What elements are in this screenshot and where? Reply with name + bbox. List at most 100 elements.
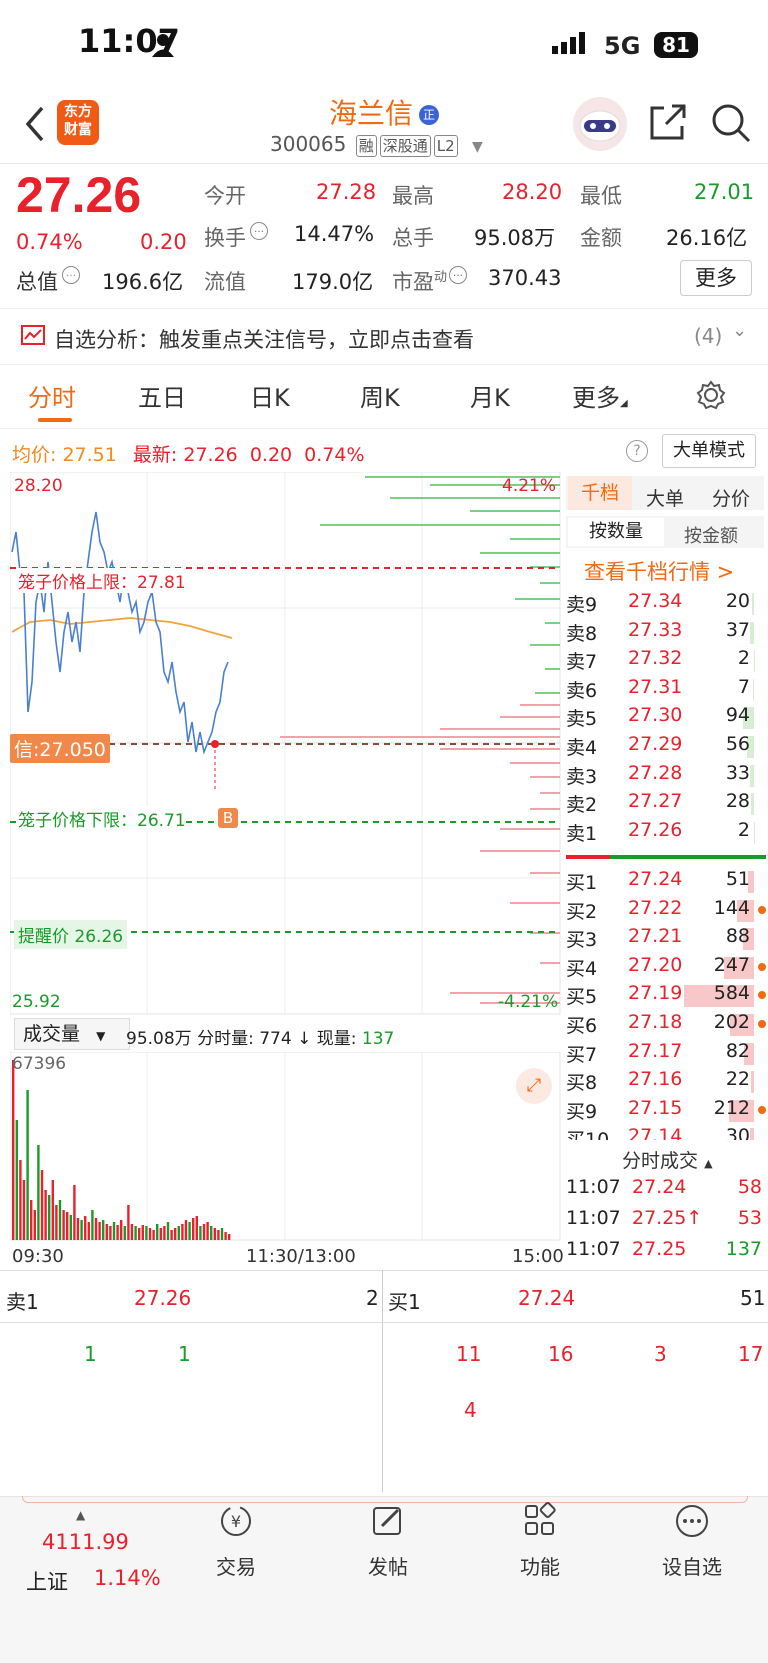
settings-gear-icon[interactable] <box>696 380 726 410</box>
tab-monthly-k[interactable]: 月K <box>470 378 510 413</box>
index-pct[interactable]: 1.14% <box>94 1566 161 1590</box>
bid-row[interactable]: 买927.15212 <box>566 1097 766 1125</box>
big-order-dot <box>758 1020 766 1028</box>
ask-row[interactable]: 卖627.317 <box>566 676 766 704</box>
buy-queue-item: 3 <box>654 1342 667 1366</box>
more-button[interactable]: 更多 <box>680 260 752 296</box>
bid-price: 27.17 <box>628 1040 682 1062</box>
volume-bar <box>228 1234 230 1240</box>
bid-row[interactable]: 买527.19584 <box>566 982 766 1010</box>
ask-row[interactable]: 卖727.322 <box>566 647 766 675</box>
nav-function[interactable]: 功能 <box>470 1502 610 1580</box>
ticks-title[interactable]: 分时成交 ▲ <box>622 1146 713 1173</box>
grid-apps-icon <box>520 1502 560 1540</box>
info-icon[interactable]: … <box>62 266 80 284</box>
search-icon[interactable] <box>710 102 752 144</box>
depth-link[interactable]: 查看千档行情 > <box>584 556 734 586</box>
dropdown-icon[interactable]: ▼ <box>472 139 483 155</box>
buy-queue-item: 4 <box>464 1398 477 1422</box>
volume-bar <box>52 1180 54 1240</box>
volume-bar <box>88 1222 90 1240</box>
badge-icon: 正 <box>419 105 439 125</box>
bid-volume: 88 <box>726 925 750 947</box>
tab-daily-k[interactable]: 日K <box>250 378 290 413</box>
bid-volume: 202 <box>714 1011 750 1033</box>
volume-bar <box>102 1220 104 1240</box>
volume-bar <box>221 1228 223 1240</box>
float-value: 179.0亿 <box>292 266 373 296</box>
tab-price-dist[interactable]: 分价 <box>712 484 750 511</box>
ask-row[interactable]: 卖227.2728 <box>566 790 766 818</box>
bid-row[interactable]: 买427.20247 <box>566 954 766 982</box>
post-edit-icon <box>368 1502 408 1540</box>
ask-price: 27.30 <box>628 704 682 726</box>
bid-level-label: 买7 <box>566 1040 597 1067</box>
change-amount: 0.20 <box>140 230 187 254</box>
turnover-value: 14.47% <box>294 222 374 246</box>
tab-more[interactable]: 更多◢ <box>572 378 628 413</box>
volume-bar <box>138 1228 140 1240</box>
tab-5day[interactable]: 五日 <box>138 378 186 413</box>
sell-queue-item: 1 <box>178 1342 191 1366</box>
tab-by-quantity[interactable]: 按数量 <box>568 518 664 546</box>
nav-trade[interactable]: ¥ 交易 <box>166 1502 306 1580</box>
robot-assistant-icon[interactable] <box>572 96 628 152</box>
bid-level-label: 买2 <box>566 897 597 924</box>
tab-by-amount[interactable]: 按金额 <box>684 522 738 548</box>
ask-row[interactable]: 卖927.3420 <box>566 590 766 618</box>
index-value[interactable]: 4111.99 <box>42 1530 129 1554</box>
volume-bar <box>181 1224 183 1240</box>
high-label: 最高 <box>392 180 434 210</box>
nav-add-watch[interactable]: 设自选 <box>622 1502 762 1580</box>
bid-row[interactable]: 买727.1782 <box>566 1040 766 1068</box>
signal-label[interactable]: 信:27.050 <box>10 734 110 763</box>
help-icon[interactable]: ? <box>626 440 648 462</box>
ask-row[interactable]: 卖527.3094 <box>566 704 766 732</box>
ask-row[interactable]: 卖127.262 <box>566 819 766 847</box>
volume-bar <box>203 1224 205 1240</box>
bid-price: 27.15 <box>628 1097 682 1119</box>
volume-bar <box>751 793 754 815</box>
buy-queue-item: 16 <box>548 1342 573 1366</box>
tab-depth[interactable]: 千档 <box>568 476 632 510</box>
nav-function-label: 功能 <box>470 1551 610 1580</box>
nav-post[interactable]: 发帖 <box>318 1502 458 1580</box>
tab-intraday[interactable]: 分时 <box>28 378 76 413</box>
ask-row[interactable]: 卖327.2833 <box>566 762 766 790</box>
index-name[interactable]: 上证 <box>26 1566 68 1596</box>
ask-volume: 33 <box>726 762 750 784</box>
bid-row[interactable]: 买227.22144 <box>566 897 766 925</box>
bid-row[interactable]: 买327.2188 <box>566 925 766 953</box>
nav-trade-label: 交易 <box>166 1551 306 1580</box>
bid-price: 27.20 <box>628 954 682 976</box>
expand-icon[interactable]: ⤢ <box>516 1068 552 1104</box>
share-icon[interactable] <box>648 102 688 142</box>
ask-row[interactable]: 卖827.3337 <box>566 619 766 647</box>
info-icon[interactable]: … <box>250 222 268 240</box>
tag-margin: 融 <box>356 135 377 157</box>
tab-big-order[interactable]: 大单 <box>646 484 684 511</box>
change-percent: 0.74% <box>16 230 83 254</box>
bid-row[interactable]: 买627.18202 <box>566 1011 766 1039</box>
tick-volume: 58 <box>738 1176 762 1198</box>
tick-time: 11:07 <box>566 1238 621 1260</box>
big-order-mode-button[interactable]: 大单模式 <box>662 434 756 468</box>
bid-row[interactable]: 买127.2451 <box>566 868 766 896</box>
volume-bar <box>124 1226 126 1240</box>
info-icon[interactable]: … <box>449 266 467 284</box>
volume-value: 95.08万 <box>474 222 555 252</box>
alert-text[interactable]: 自选分析：触发重点关注信号，立即点击查看 <box>54 324 474 354</box>
volume-bar <box>753 679 754 701</box>
ask-row[interactable]: 卖427.2956 <box>566 733 766 761</box>
volume-bar <box>210 1226 212 1240</box>
buy-mark[interactable]: B <box>218 808 238 828</box>
level1-sell-price: 27.26 <box>134 1286 191 1310</box>
volume-selector[interactable]: 成交量 ▼ <box>14 1018 130 1050</box>
alert-count[interactable]: (4) <box>694 324 722 348</box>
volume-bar <box>19 1160 21 1240</box>
chart-top-pct: 4.21% <box>502 476 556 496</box>
chevron-down-icon[interactable]: ⌄ <box>732 320 747 341</box>
volume-bar <box>66 1212 68 1240</box>
tab-weekly-k[interactable]: 周K <box>360 378 400 413</box>
bid-row[interactable]: 买827.1622 <box>566 1068 766 1096</box>
